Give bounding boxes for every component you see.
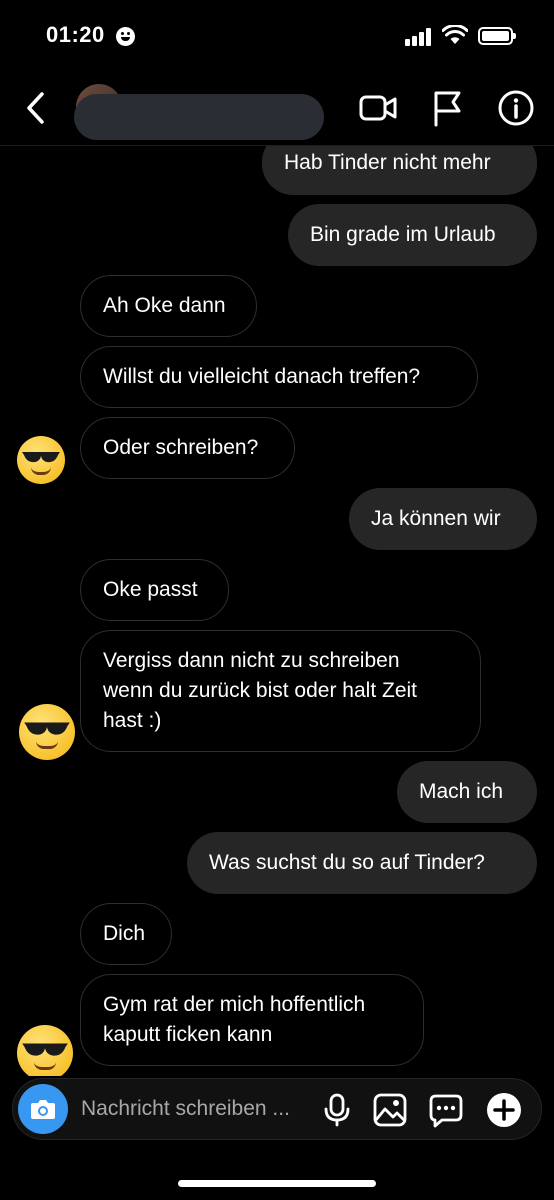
- message-bubble-received[interactable]: Oder schreiben?: [80, 417, 295, 479]
- video-camera-icon[interactable]: [358, 88, 398, 128]
- battery-icon: [478, 27, 516, 45]
- info-icon[interactable]: [496, 88, 536, 128]
- message-bubble-received[interactable]: Ah Oke dann: [80, 275, 257, 337]
- message-bubble-received[interactable]: Dich: [80, 903, 172, 965]
- message-input[interactable]: [81, 1091, 321, 1127]
- sticker-icon[interactable]: [428, 1092, 464, 1128]
- wifi-icon: [442, 25, 468, 44]
- smiley-status-icon: [116, 27, 135, 46]
- message-bubble-received[interactable]: Gym rat der mich hoffentlich kaputt fick…: [80, 974, 424, 1066]
- sender-avatar-sunglasses-emoji[interactable]: [17, 1025, 73, 1076]
- flag-icon[interactable]: [428, 88, 468, 128]
- microphone-icon[interactable]: [319, 1092, 355, 1128]
- message-bubble-received[interactable]: Vergiss dann nicht zu schreiben wenn du …: [80, 630, 481, 752]
- home-indicator[interactable]: [178, 1180, 376, 1187]
- message-bubble-sent[interactable]: Mach ich: [397, 761, 537, 823]
- message-bubble-received[interactable]: Willst du vielleicht danach treffen?: [80, 346, 478, 408]
- message-bubble-sent[interactable]: Hab Tinder nicht mehr: [262, 146, 537, 195]
- message-bubble-sent[interactable]: Ja können wir: [349, 488, 537, 550]
- message-bubble-received[interactable]: Oke passt: [80, 559, 229, 621]
- status-time: 01:20: [46, 22, 105, 47]
- cellular-signal-icon: [405, 28, 433, 46]
- message-bubble-sent[interactable]: Bin grade im Urlaub: [288, 204, 537, 266]
- message-list[interactable]: Hab Tinder nicht mehr Bin grade im Urlau…: [0, 146, 554, 1076]
- camera-button[interactable]: [18, 1084, 68, 1134]
- chat-header: [0, 72, 554, 146]
- image-icon[interactable]: [372, 1092, 408, 1128]
- plus-icon[interactable]: [485, 1091, 523, 1129]
- sender-avatar-sunglasses-emoji[interactable]: [17, 436, 65, 484]
- contact-name-redacted[interactable]: [74, 94, 324, 140]
- camera-icon: [31, 1100, 55, 1119]
- chevron-left-icon[interactable]: [22, 88, 50, 128]
- status-bar: 01:20: [0, 0, 554, 72]
- message-composer: [12, 1078, 542, 1140]
- sender-avatar-sunglasses-emoji[interactable]: [19, 704, 75, 760]
- message-bubble-sent[interactable]: Was suchst du so auf Tinder?: [187, 832, 537, 894]
